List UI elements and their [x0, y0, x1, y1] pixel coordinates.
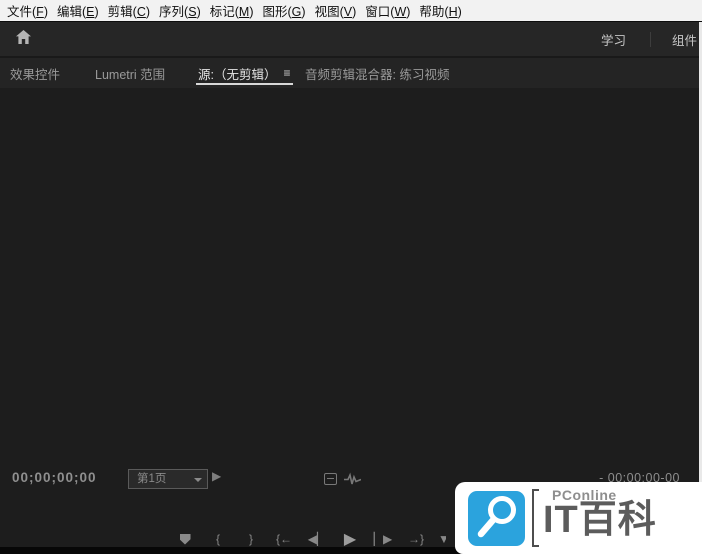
menu-edit[interactable]: 编辑(E) — [57, 1, 99, 20]
mark-in-button[interactable]: { — [207, 529, 229, 549]
current-timecode[interactable]: 00;00;00;00 — [12, 470, 97, 485]
menu-bar: 文件(F) 编辑(E) 剪辑(C) 序列(S) 标记(M) 图形(G) 视图(V) 窗口(W)… — [0, 0, 702, 22]
zoom-level-select[interactable]: 第1页 — [128, 469, 208, 489]
tab-label: 效果控件 — [10, 67, 61, 82]
zoom-level-value: 第1页 — [137, 473, 167, 485]
menu-file[interactable]: 文件(F) — [7, 1, 48, 20]
insert-button[interactable]: ▼ — [438, 529, 446, 549]
premiere-window: 文件(F) 编辑(E) 剪辑(C) 序列(S) 标记(M) 图形(G) 视图(V) 窗口(W)… — [0, 0, 702, 554]
watermark-title: IT百科 — [543, 499, 657, 541]
menu-markers[interactable]: 标记(M) — [210, 1, 254, 20]
menu-help[interactable]: 帮助(H) — [419, 1, 461, 20]
go-to-out-button[interactable]: →} — [405, 529, 427, 549]
drag-video-only-icon[interactable] — [324, 473, 337, 485]
add-marker-button[interactable] — [174, 529, 196, 549]
tab-effect-controls[interactable]: 效果控件 — [10, 58, 60, 88]
step-forward-button[interactable]: ▏▶ — [372, 529, 394, 549]
menu-view[interactable]: 视图(V) — [315, 1, 357, 20]
tab-label: 音频剪辑混合器: 练习视频 — [305, 67, 450, 82]
tab-lumetri-scopes[interactable]: Lumetri 范围 — [95, 58, 165, 88]
go-to-in-button[interactable]: {← — [273, 529, 295, 549]
menu-clip[interactable]: 剪辑(C) — [108, 1, 150, 20]
workspace-switcher: 学习 组件 — [601, 22, 702, 56]
chevron-down-icon — [194, 478, 202, 482]
watermark-badge: PConline IT百科 — [455, 482, 702, 554]
watermark-bracket — [532, 489, 539, 547]
tab-source-monitor[interactable]: 源:（无剪辑） ≡ — [196, 58, 292, 88]
home-button[interactable] — [13, 29, 33, 50]
tab-label: 源:（无剪辑） — [198, 67, 277, 82]
watermark-logo-tile — [468, 491, 525, 546]
mini-play-icon[interactable]: ▶ — [212, 469, 221, 483]
step-back-button[interactable]: ◀▏ — [306, 529, 328, 549]
panel-menu-icon[interactable]: ≡ — [283, 66, 290, 80]
magnifier-icon — [477, 496, 516, 538]
tab-audio-clip-mixer[interactable]: 音频剪辑混合器: 练习视频 — [305, 58, 449, 88]
home-icon — [15, 29, 32, 50]
tab-label: Lumetri 范围 — [95, 67, 166, 82]
panel-tab-bar: 效果控件 Lumetri 范围 源:（无剪辑） ≡ 音频剪辑混合器: 练习视频 — [0, 58, 702, 88]
menu-window[interactable]: 窗口(W) — [365, 1, 410, 20]
mark-out-button[interactable]: } — [240, 529, 262, 549]
menu-graphics[interactable]: 图形(G) — [263, 1, 306, 20]
menu-sequence[interactable]: 序列(S) — [159, 1, 201, 20]
workspace-learn[interactable]: 学习 — [601, 30, 626, 49]
drag-audio-only-icon[interactable] — [344, 472, 362, 492]
play-button[interactable]: ▶ — [339, 529, 361, 549]
toolbar: 学习 组件 — [0, 22, 702, 58]
workspace-components[interactable]: 组件 — [672, 30, 702, 49]
toolbar-divider — [650, 31, 651, 47]
